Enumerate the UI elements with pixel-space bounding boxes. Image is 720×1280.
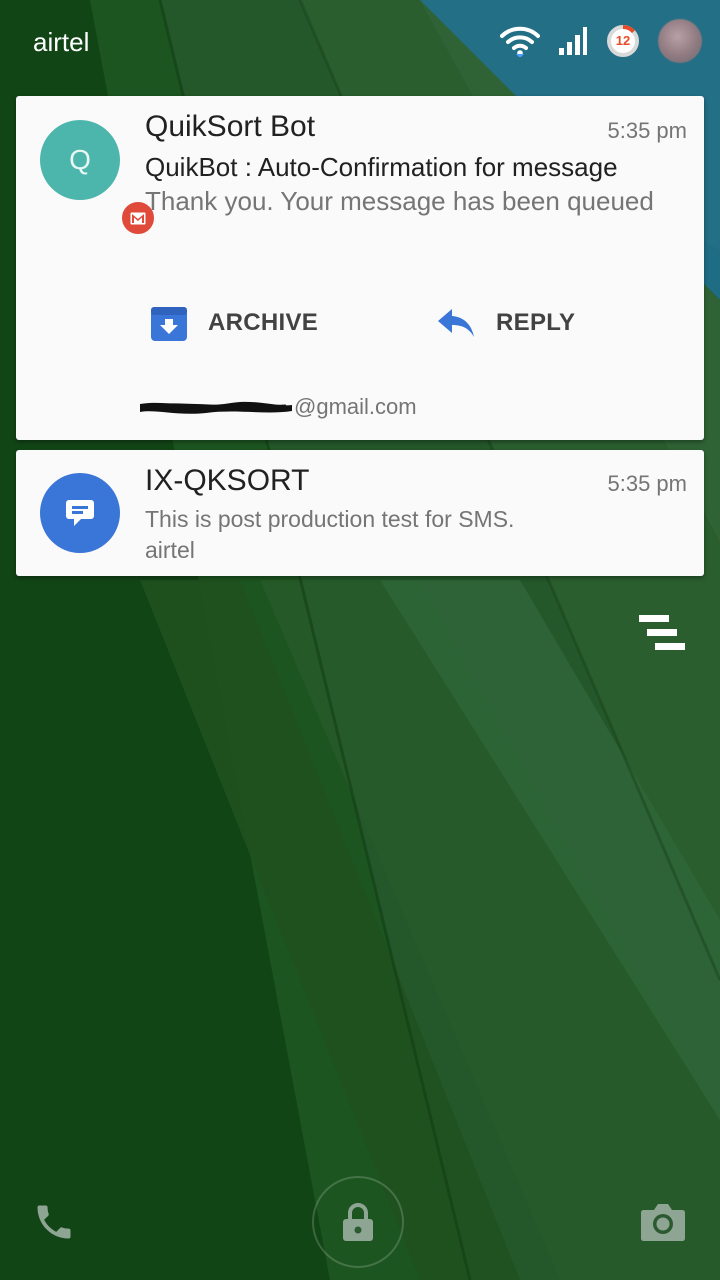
archive-label: ARCHIVE	[208, 309, 319, 336]
sms-notification-card[interactable]: IX-QKSORT 5:35 pm This is post productio…	[16, 450, 704, 576]
email-preview: Thank you. Your message has been queued	[145, 186, 654, 216]
status-icons: 12	[500, 18, 702, 64]
phone-icon[interactable]	[32, 1200, 76, 1244]
clear-all-icon[interactable]	[634, 612, 690, 654]
message-bubble-icon	[66, 500, 94, 526]
notification-time: 5:35 pm	[607, 471, 688, 496]
battery-ring-icon: 12	[606, 24, 640, 58]
lockscreen: airtel 12 Q QuikSort Bot 5:35 pm QuikBot…	[0, 0, 720, 1280]
battery-level: 12	[615, 33, 631, 48]
lock-icon	[343, 1203, 373, 1241]
notification-title: QuikSort Bot	[145, 110, 316, 143]
reply-button[interactable]: REPLY	[436, 302, 575, 344]
carrier-name: airtel	[33, 27, 90, 57]
user-avatar[interactable]	[658, 19, 702, 63]
archive-icon	[151, 307, 187, 341]
sender-avatar: Q	[40, 120, 156, 236]
redacted-email-user	[140, 401, 292, 414]
account-line: @gmail.com	[136, 390, 417, 424]
reply-icon	[438, 309, 474, 337]
email-subject: QuikBot : Auto-Confirmation for message	[145, 152, 618, 182]
sms-preview: This is post production test for SMS.	[145, 506, 515, 532]
account-domain: @gmail.com	[294, 394, 417, 419]
messaging-app-icon	[40, 473, 120, 553]
lock-button[interactable]	[312, 1176, 404, 1268]
reply-label: REPLY	[496, 309, 576, 336]
cell-signal-icon	[559, 27, 587, 55]
notification-title: IX-QKSORT	[145, 464, 310, 497]
camera-icon[interactable]	[640, 1202, 686, 1242]
gmail-notification-card[interactable]: Q QuikSort Bot 5:35 pm QuikBot : Auto-Co…	[16, 96, 704, 440]
notification-time: 5:35 pm	[607, 118, 688, 143]
sender-avatar-letter: Q	[69, 144, 91, 175]
status-bar: airtel 12	[0, 0, 720, 84]
sms-subtext: airtel	[145, 537, 195, 563]
wifi-icon	[500, 26, 540, 57]
archive-button[interactable]: ARCHIVE	[150, 302, 318, 344]
